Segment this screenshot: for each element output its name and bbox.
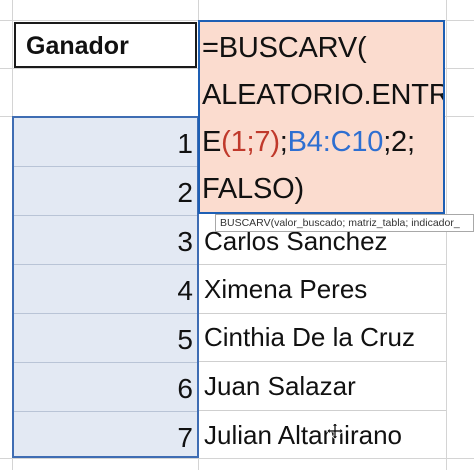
formula-line-3: E(1;7);B4:C10;2; bbox=[202, 126, 415, 159]
row-number-cell[interactable]: 7 bbox=[177, 422, 193, 454]
header-label: Ganador bbox=[26, 32, 129, 60]
range-row-line bbox=[14, 362, 197, 363]
row-number-cell[interactable]: 5 bbox=[177, 324, 193, 356]
formula-text: E bbox=[202, 126, 222, 158]
row-number-cell[interactable]: 2 bbox=[177, 177, 193, 209]
range-row-line bbox=[14, 313, 197, 314]
grid-line bbox=[198, 313, 446, 314]
formula-range-ref: B4:C10 bbox=[287, 126, 384, 158]
range-row-line bbox=[14, 411, 197, 412]
row-number-cell[interactable]: 6 bbox=[177, 373, 193, 405]
name-cell[interactable]: Julian Altamirano bbox=[204, 420, 402, 451]
formula-line-2: ALEATORIO.ENTR bbox=[202, 79, 445, 111]
formula-line-4: FALSO) bbox=[202, 173, 304, 205]
formula-edit-cell[interactable]: =BUSCARV( ALEATORIO.ENTR E(1;7);B4:C10;2… bbox=[198, 20, 445, 214]
row-number-cell[interactable]: 4 bbox=[177, 275, 193, 307]
range-row-line bbox=[14, 166, 197, 167]
grid-line bbox=[198, 264, 446, 265]
grid-line bbox=[198, 410, 446, 411]
name-cell[interactable]: Juan Salazar bbox=[204, 371, 356, 402]
move-cursor-icon bbox=[326, 422, 344, 440]
name-cell[interactable]: Ximena Peres bbox=[204, 274, 367, 305]
name-cell[interactable]: Cinthia De la Cruz bbox=[204, 322, 415, 353]
grid-line bbox=[198, 361, 446, 362]
tooltip-text: BUSCARV(valor_buscado; matriz_tabla; ind… bbox=[220, 217, 460, 229]
header-cell-ganador[interactable]: Ganador bbox=[14, 22, 197, 68]
grid-line bbox=[446, 0, 447, 470]
formula-separator: ; bbox=[279, 126, 288, 158]
row-number-cell[interactable]: 1 bbox=[177, 128, 193, 160]
range-row-line bbox=[14, 264, 197, 265]
spreadsheet-grid[interactable]: Ganador 1 2 3 4 5 6 7 Carlos Sanchez Xim… bbox=[0, 0, 474, 470]
selected-range[interactable]: 1 2 3 4 5 6 7 bbox=[12, 116, 199, 458]
grid-line bbox=[0, 458, 474, 459]
row-number-cell[interactable]: 3 bbox=[177, 226, 193, 258]
formula-line-1: =BUSCARV( bbox=[202, 32, 367, 64]
range-row-line bbox=[14, 215, 197, 216]
function-tooltip[interactable]: BUSCARV(valor_buscado; matriz_tabla; ind… bbox=[215, 214, 474, 232]
formula-arg-random: (1;7) bbox=[221, 126, 280, 158]
formula-text: ;2; bbox=[383, 126, 415, 158]
